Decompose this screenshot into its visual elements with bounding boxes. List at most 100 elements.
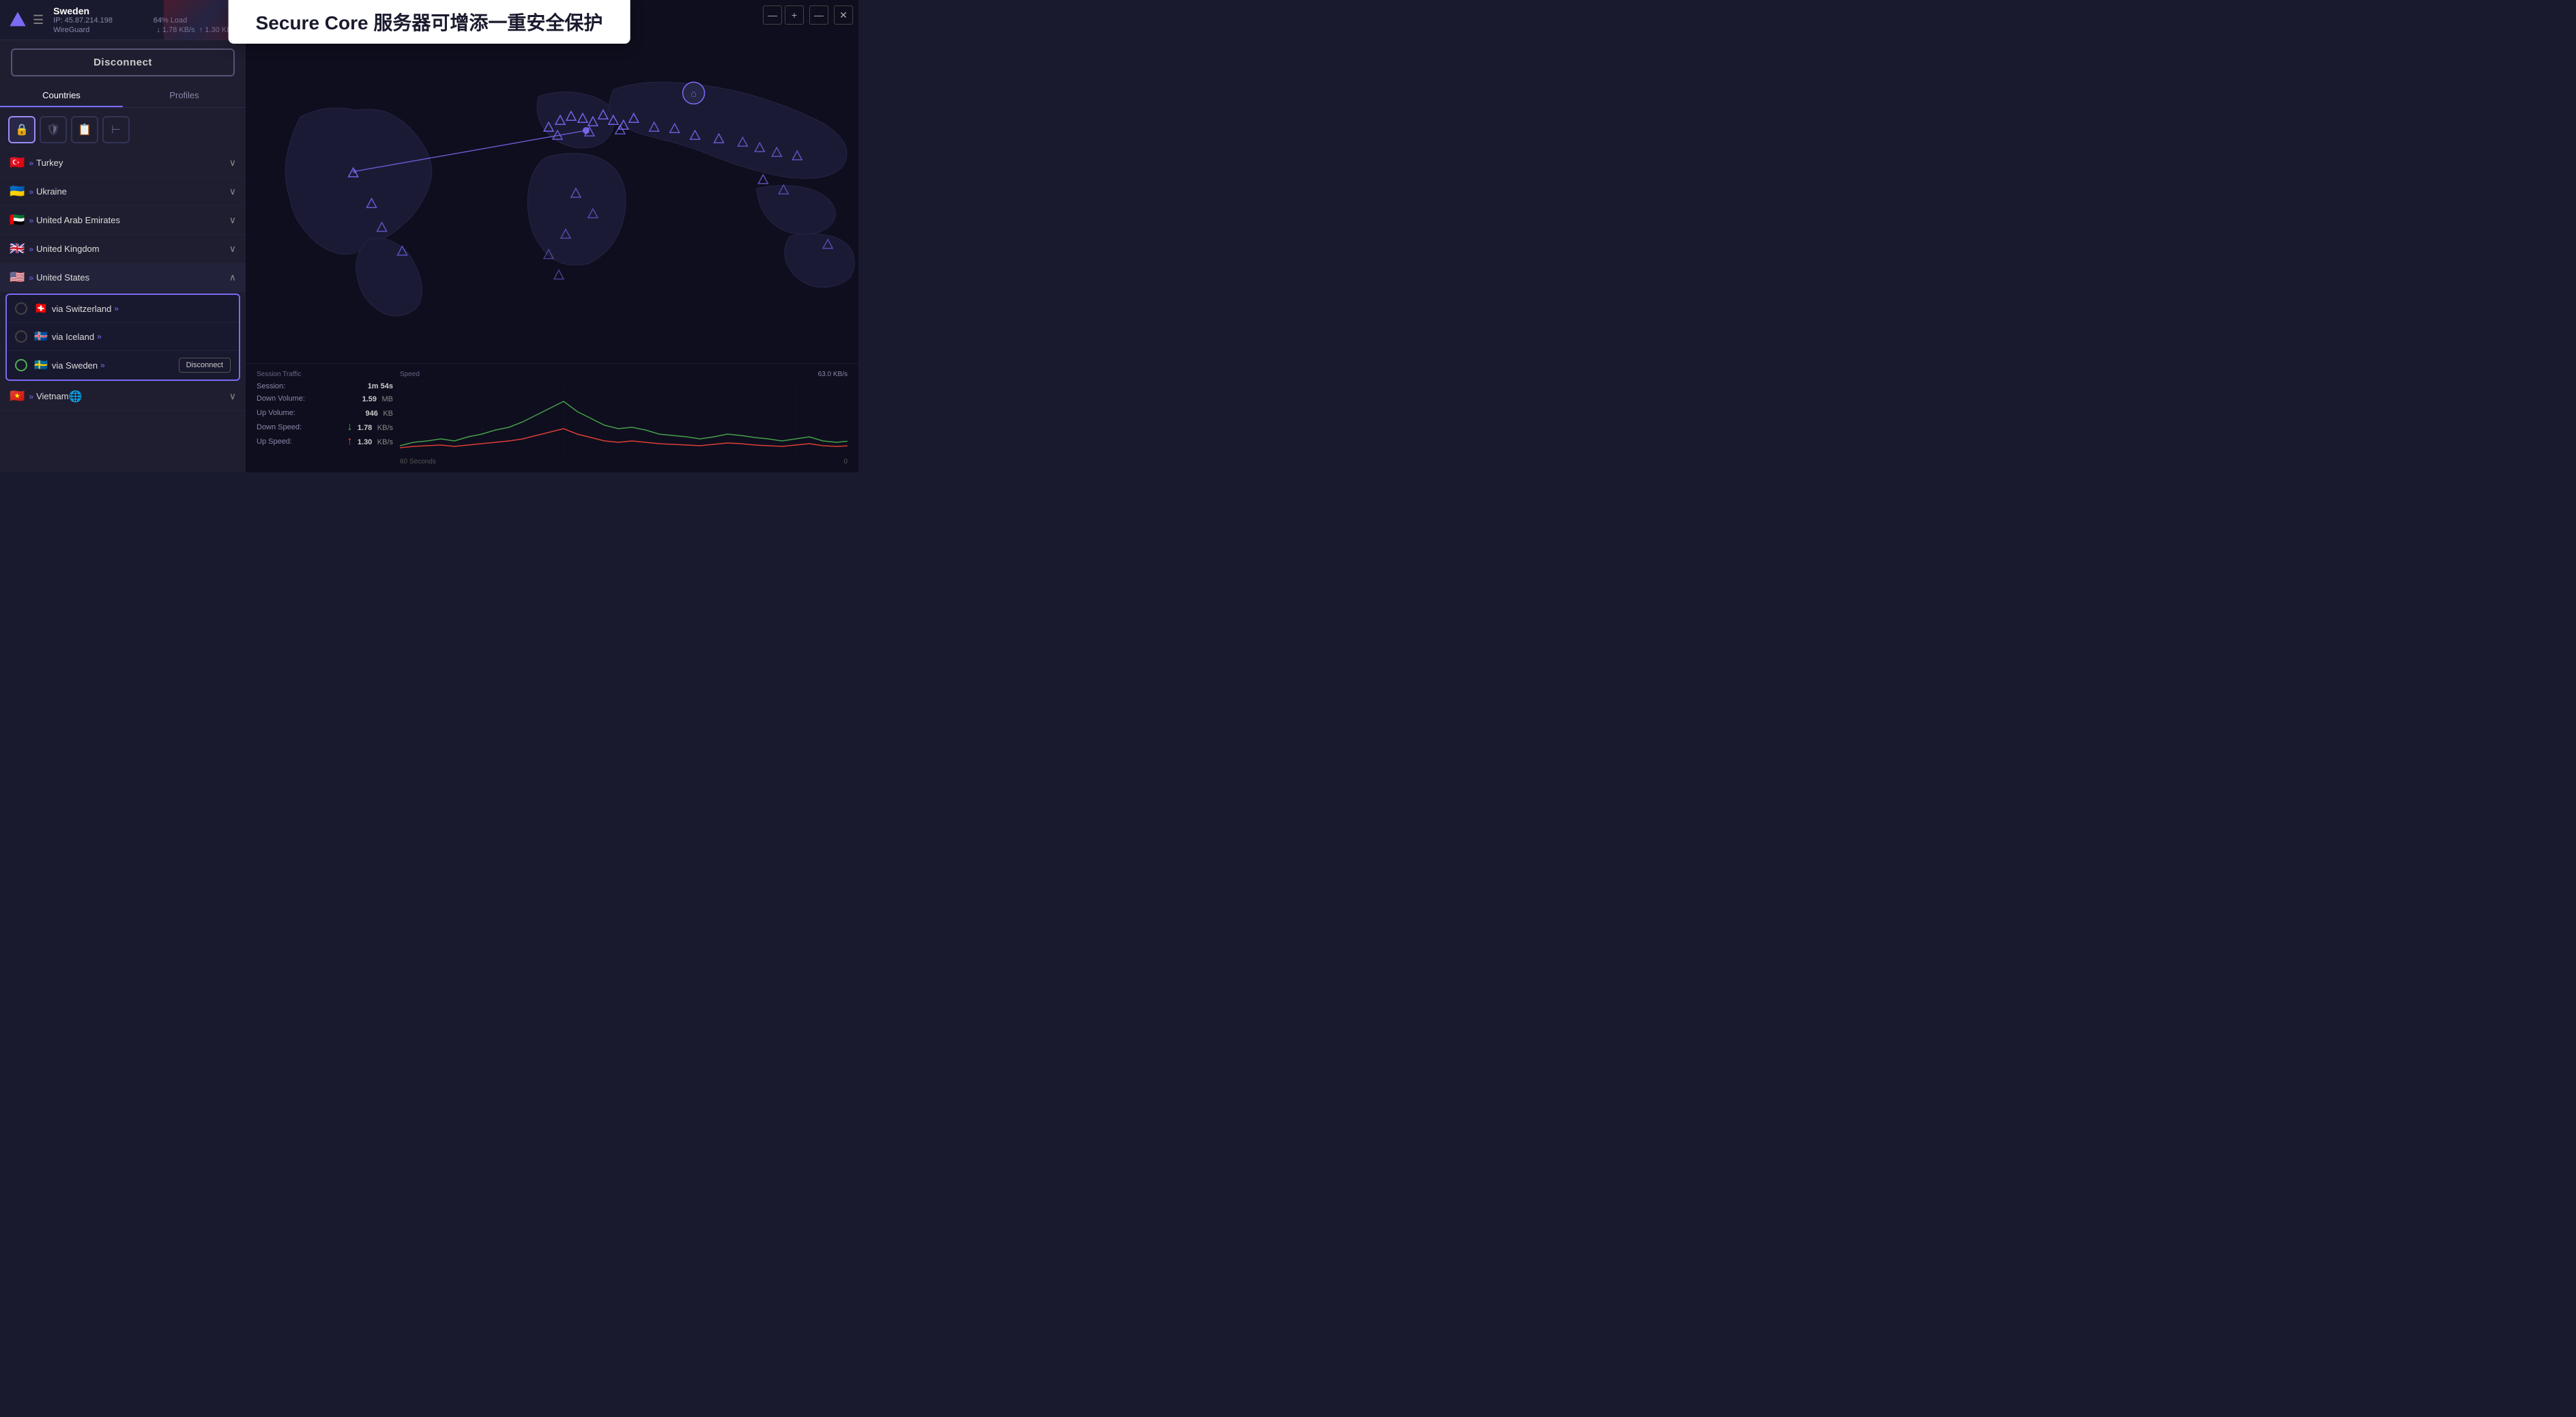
server-arrow-iceland: » [97,332,102,341]
chevron-vietnam: ∨ [229,390,236,402]
country-label-us: United States [36,272,89,283]
filter-list[interactable]: 📋 [71,116,98,143]
flag-sweden: 🇸🇪 [34,358,48,372]
stat-row-down-volume: Down Volume: 1.59 MB [257,392,393,405]
stats-info: Session Traffic Session: 1m 54s Down Vol… [257,371,393,466]
flag-turkey: 🇹🇷 [10,156,25,170]
stat-value-down-volume: 1.59 [362,395,377,403]
tooltip-banner: Secure Core 服务器可增添一重安全保护 [229,0,631,44]
flag-uae: 🇦🇪 [10,213,25,227]
stat-label-session: Session: [257,382,285,390]
us-server-list: 🇨🇭 via Switzerland » 🇮🇸 via Iceland » 🇸🇪… [5,294,240,381]
stat-row-down-speed: Down Speed: ↓ 1.78 KB/s [257,421,393,433]
country-item-us[interactable]: 🇺🇸 » United States ∧ [0,263,246,292]
country-item-ukraine[interactable]: 🇺🇦 » Ukraine ∨ [0,177,246,206]
server-arrow-switzerland: » [114,304,119,313]
stat-unit-down-volume: MB [382,395,394,403]
world-map: ⌂ [246,20,858,363]
chart-time-end: 0 [843,458,848,466]
stat-row-session: Session: 1m 54s [257,382,393,390]
filter-secure-core[interactable]: 🔒 [8,116,35,143]
stat-unit-up-speed: KB/s [377,438,393,446]
filter-arrow[interactable]: ⊢ [102,116,130,143]
map-svg: ⌂ [246,20,858,363]
server-arrow-sweden: » [100,360,105,370]
down-arrow-icon: ↓ [347,421,352,433]
max-speed-value: 63.0 KB/s [818,371,848,378]
chevron-uk: ∨ [229,243,236,255]
flag-iceland: 🇮🇸 [34,330,48,343]
country-item-uk[interactable]: 🇬🇧 » United Kingdom ∨ [0,235,246,263]
country-label-vietnam: Vietnam [36,391,68,401]
stat-value-up-volume: 946 [366,410,378,418]
stats-panel: Session Traffic Session: 1m 54s Down Vol… [246,363,858,472]
country-item-vietnam[interactable]: 🇻🇳 » Vietnam 🌐 ∨ [0,382,246,411]
server-item-sweden[interactable]: 🇸🇪 via Sweden » Disconnect [7,351,239,380]
country-list: 🇹🇷 » Turkey ∨ 🇺🇦 » Ukraine ∨ 🇦🇪 » United… [0,149,246,472]
country-label-uk: United Kingdom [36,244,100,254]
stat-label-up-speed: Up Speed: [257,438,292,446]
stat-unit-up-volume: KB [383,410,393,418]
filter-row: 🔒 🛡 📋 ⊢ [0,113,246,149]
server-disconnect-button[interactable]: Disconnect [179,358,231,373]
app-logo [8,10,27,29]
tab-bar: Countries Profiles [0,85,246,108]
country-item-uae[interactable]: 🇦🇪 » United Arab Emirates ∨ [0,206,246,235]
stat-label-up-volume: Up Volume: [257,409,295,417]
right-panel: — ✕ — + [246,0,858,472]
tab-countries[interactable]: Countries [0,85,123,107]
server-label-iceland: via Iceland [52,332,94,342]
svg-text:⌂: ⌂ [691,87,696,98]
stat-label-down-speed: Down Speed: [257,423,302,431]
zoom-out-button[interactable]: — [763,5,782,25]
flag-us: 🇺🇸 [10,270,25,285]
flag-vietnam: 🇻🇳 [10,389,25,403]
server-label-switzerland: via Switzerland [52,304,111,314]
zoom-in-button[interactable]: + [785,5,804,25]
flag-ukraine: 🇺🇦 [10,184,25,199]
speed-label: Speed [400,371,420,378]
server-circle-iceland [15,330,27,343]
country-label-ukraine: Ukraine [36,186,67,197]
server-item-iceland[interactable]: 🇮🇸 via Iceland » [7,323,239,351]
session-traffic-label: Session Traffic [257,371,393,378]
speed-chart-svg [400,381,848,456]
protocol-text: WireGuard [53,26,89,34]
close-button[interactable]: ✕ [834,5,853,25]
country-item-turkey[interactable]: 🇹🇷 » Turkey ∨ [0,149,246,177]
chart-time-start: 60 Seconds [400,458,436,466]
stat-unit-down-speed: KB/s [377,424,393,432]
server-label-sweden: via Sweden [52,360,98,371]
globe-icon-vietnam: 🌐 [69,390,83,403]
stat-row-up-speed: Up Speed: ↑ 1.30 KB/s [257,435,393,448]
disconnect-button[interactable]: Disconnect [11,48,235,76]
chevron-ukraine: ∨ [229,186,236,197]
chevron-uae: ∨ [229,214,236,226]
stat-value-down-speed: 1.78 [358,424,372,432]
window-controls: — ✕ [809,5,853,25]
stats-chart: Speed 63.0 KB/s 60 Seconds 0 [400,371,848,466]
up-arrow-icon: ↑ [347,435,352,447]
chart-footer: 60 Seconds 0 [400,458,848,466]
chevron-us: ∧ [229,272,236,283]
server-circle-sweden [15,359,27,371]
stat-row-up-volume: Up Volume: 946 KB [257,407,393,419]
chevron-turkey: ∨ [229,157,236,169]
header: ☰ Sweden IP: 45.87.214.198 64% Load Wire… [0,0,246,40]
stat-value-session: 1m 54s [368,382,393,390]
minimize-button[interactable]: — [809,5,828,25]
chart-header: Speed 63.0 KB/s [400,371,848,378]
ip-address: IP: 45.87.214.198 [53,16,113,25]
left-panel: ☰ Sweden IP: 45.87.214.198 64% Load Wire… [0,0,246,472]
flag-uk: 🇬🇧 [10,242,25,256]
server-item-switzerland[interactable]: 🇨🇭 via Switzerland » [7,295,239,323]
flag-switzerland: 🇨🇭 [34,302,48,315]
hamburger-menu[interactable]: ☰ [33,13,44,27]
stat-value-up-speed: 1.30 [358,438,372,446]
country-label-turkey: Turkey [36,158,63,168]
filter-shield[interactable]: 🛡 [40,116,67,143]
country-label-uae: United Arab Emirates [36,215,120,225]
stat-label-down-volume: Down Volume: [257,395,305,403]
server-circle-switzerland [15,302,27,315]
tab-profiles[interactable]: Profiles [123,85,246,107]
